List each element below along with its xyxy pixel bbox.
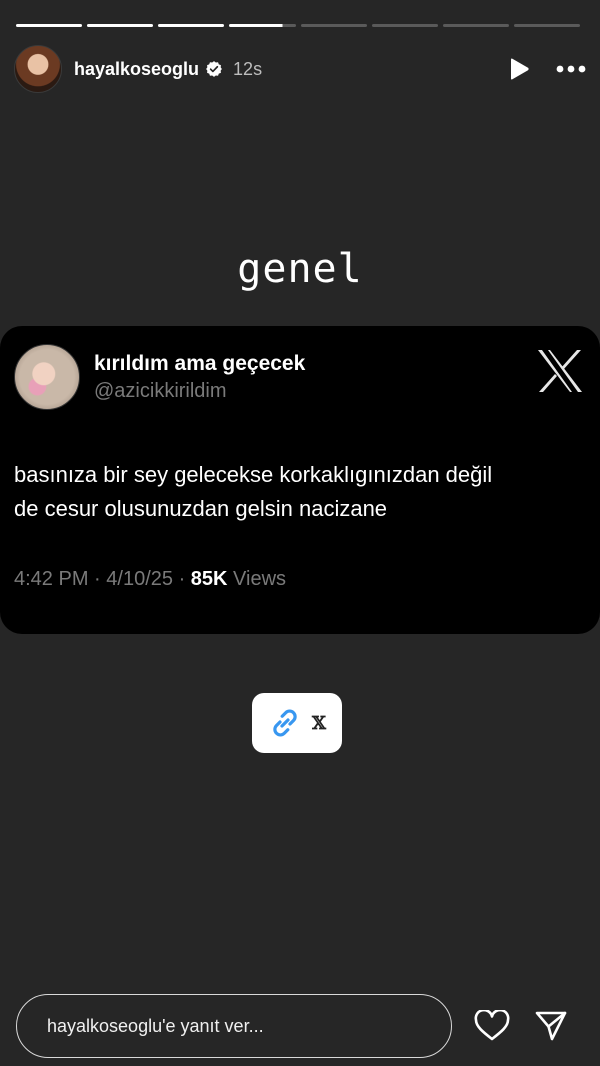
story-viewer[interactable]: hayalkoseoglu 12s genel kırıldım ama geç… [0, 0, 600, 1066]
progress-segment [16, 24, 83, 27]
tweet-views-count: 85K [190, 568, 228, 590]
tweet-card[interactable]: kırıldım ama geçecek @azicikkirildim bas… [0, 326, 600, 634]
tweet-date: 4/10/25 [106, 568, 173, 590]
progress-segment [300, 24, 367, 27]
more-options-button[interactable] [556, 65, 586, 73]
tweet-text: basınıza bir sey gelecekse korkaklıgınız… [14, 458, 586, 526]
tweet-views-label: Views [233, 568, 287, 590]
progress-segment [513, 24, 580, 27]
progress-segment-current [229, 24, 296, 27]
tweet-display-name: kırıldım ama geçecek [94, 351, 306, 375]
more-icon [556, 65, 586, 73]
link-icon [273, 709, 297, 737]
heart-icon [474, 1010, 510, 1041]
story-header: hayalkoseoglu 12s [14, 44, 586, 94]
x-logo-icon [538, 350, 582, 392]
tweet-meta: 4:42 PM · 4/10/25 · 85K Views [14, 568, 287, 590]
link-sticker[interactable]: 𝕏 [252, 693, 342, 753]
story-progress-bar [16, 24, 580, 27]
like-button[interactable] [474, 1010, 510, 1042]
tweet-handle: @azicikkirildim [94, 379, 227, 402]
avatar[interactable] [14, 45, 62, 93]
tweet-time: 4:42 PM [14, 568, 89, 590]
share-button[interactable] [534, 1010, 568, 1042]
tweet-text-line: basınıza bir sey gelecekse korkaklıgınız… [14, 462, 493, 487]
progress-segment [442, 24, 509, 27]
post-time: 12s [233, 58, 263, 79]
reply-bar [16, 994, 584, 1058]
progress-segment [87, 24, 154, 27]
play-button[interactable] [508, 57, 530, 81]
reply-input[interactable] [16, 994, 452, 1058]
send-icon [535, 1011, 567, 1041]
story-text-title: genel [237, 246, 363, 292]
link-sticker-label: 𝕏 [312, 712, 326, 734]
tweet-text-line: de cesur olusunuzdan gelsin nacizane [14, 496, 388, 521]
tweet-avatar [14, 344, 80, 410]
play-icon [511, 58, 529, 80]
verified-badge-icon [206, 61, 222, 77]
username[interactable]: hayalkoseoglu [74, 59, 199, 80]
progress-segment [158, 24, 225, 27]
progress-segment [371, 24, 438, 27]
